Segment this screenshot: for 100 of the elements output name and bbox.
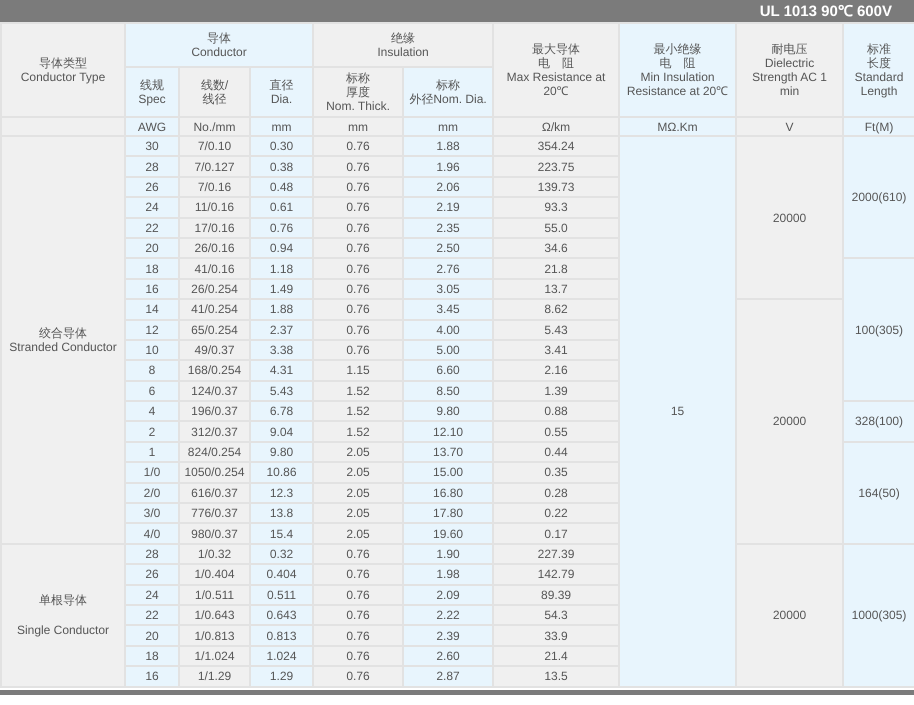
table-cell: 0.38 bbox=[250, 156, 314, 177]
table-cell: 15.00 bbox=[403, 462, 494, 483]
table-cell: 4/0 bbox=[125, 523, 179, 544]
table-cell: 2.87 bbox=[403, 666, 494, 687]
table-cell: 1.98 bbox=[403, 564, 494, 585]
table-cell: 0.61 bbox=[250, 197, 314, 218]
table-cell: 2.16 bbox=[493, 360, 620, 381]
column-header: 标准 长度 Standard Length bbox=[843, 23, 914, 117]
table-cell: 93.3 bbox=[493, 197, 620, 218]
table-cell: 20000 bbox=[736, 299, 844, 544]
table-cell: 8.62 bbox=[493, 299, 620, 320]
table-cell: 24 bbox=[125, 197, 179, 218]
table-cell: 0.55 bbox=[493, 421, 620, 442]
table-cell: 0.17 bbox=[493, 523, 620, 544]
table-cell: 3.45 bbox=[403, 299, 494, 320]
table-cell: 1/0.813 bbox=[179, 625, 250, 646]
table-cell: 12.10 bbox=[403, 421, 494, 442]
table-cell: 3/0 bbox=[125, 503, 179, 524]
table-cell: 8 bbox=[125, 360, 179, 381]
table-cell: 10.86 bbox=[250, 462, 314, 483]
table-cell: 6.78 bbox=[250, 401, 314, 422]
table-cell: 2.05 bbox=[313, 462, 404, 483]
table-cell: 980/0.37 bbox=[179, 523, 250, 544]
table-cell: 1.96 bbox=[403, 156, 494, 177]
table-cell: 328(100) bbox=[843, 401, 914, 442]
table-cell: 15 bbox=[619, 136, 736, 687]
table-cell: 16 bbox=[125, 666, 179, 687]
unit-cell: MΩ.Km bbox=[619, 117, 736, 136]
table-cell: 1/1.29 bbox=[179, 666, 250, 687]
table-cell: 1.18 bbox=[250, 258, 314, 279]
unit-cell: Ft(M) bbox=[843, 117, 914, 136]
table-cell: 0.76 bbox=[313, 197, 404, 218]
table-cell: 0.88 bbox=[493, 401, 620, 422]
table-cell: 196/0.37 bbox=[179, 401, 250, 422]
column-header: 导体类型 Conductor Type bbox=[1, 23, 125, 117]
table-cell: 0.22 bbox=[493, 503, 620, 524]
table-cell: 1000(305) bbox=[843, 544, 914, 687]
table-cell: 4 bbox=[125, 401, 179, 422]
table-cell: 15.4 bbox=[250, 523, 314, 544]
table-cell: 9.04 bbox=[250, 421, 314, 442]
table-cell: 13.8 bbox=[250, 503, 314, 524]
table-cell: 20000 bbox=[736, 544, 844, 687]
table-cell: 33.9 bbox=[493, 625, 620, 646]
table-cell: 0.76 bbox=[313, 666, 404, 687]
table-cell: 100(305) bbox=[843, 258, 914, 402]
column-header: 线数/ 线径 bbox=[179, 67, 250, 117]
unit-cell: V bbox=[736, 117, 844, 136]
table-cell: 0.76 bbox=[313, 156, 404, 177]
unit-cell: Ω/km bbox=[493, 117, 620, 136]
column-header: 标称 外径Nom. Dia. bbox=[403, 67, 494, 117]
table-cell: 7/0.10 bbox=[179, 136, 250, 156]
table-cell: 2.05 bbox=[313, 523, 404, 544]
unit-cell: AWG bbox=[125, 117, 179, 136]
unit-cell: mm bbox=[313, 117, 404, 136]
table-cell: 1.88 bbox=[250, 299, 314, 320]
table-cell: 1.15 bbox=[313, 360, 404, 381]
table-cell: 20000 bbox=[736, 136, 844, 300]
table-cell: 0.76 bbox=[313, 258, 404, 279]
table-cell: 30 bbox=[125, 136, 179, 156]
table-cell: 18 bbox=[125, 258, 179, 279]
column-header: 导体 Conductor bbox=[125, 23, 314, 67]
column-header: 标称 厚度 Nom. Thick. bbox=[313, 67, 404, 117]
table-cell: 164(50) bbox=[843, 442, 914, 544]
table-cell: 17.80 bbox=[403, 503, 494, 524]
table-cell: 0.76 bbox=[313, 136, 404, 156]
table-cell: 0.813 bbox=[250, 625, 314, 646]
table-cell: 14 bbox=[125, 299, 179, 320]
table-cell: 19.60 bbox=[403, 523, 494, 544]
column-header: 最大导体 电 阻 Max Resistance at 20℃ bbox=[493, 23, 620, 117]
table-cell: 4.31 bbox=[250, 360, 314, 381]
table-cell: 0.404 bbox=[250, 564, 314, 585]
table-cell: 11/0.16 bbox=[179, 197, 250, 218]
table-cell: 2.76 bbox=[403, 258, 494, 279]
table-cell: 1/0.404 bbox=[179, 564, 250, 585]
table-cell: 20 bbox=[125, 625, 179, 646]
table-cell: 1050/0.254 bbox=[179, 462, 250, 483]
table-cell: 1/0 bbox=[125, 462, 179, 483]
table-cell: 0.76 bbox=[313, 625, 404, 646]
table-cell: 2.39 bbox=[403, 625, 494, 646]
table-cell: 1.88 bbox=[403, 136, 494, 156]
table-cell: 6.60 bbox=[403, 360, 494, 381]
table-cell: 28 bbox=[125, 156, 179, 177]
table-cell: 354.24 bbox=[493, 136, 620, 156]
table-cell: 0.76 bbox=[313, 564, 404, 585]
table-cell: 0.30 bbox=[250, 136, 314, 156]
column-header: 线规 Spec bbox=[125, 67, 179, 117]
table-cell: 2000(610) bbox=[843, 136, 914, 258]
table-cell: 9.80 bbox=[403, 401, 494, 422]
table-cell: 21.8 bbox=[493, 258, 620, 279]
unit-cell: No./mm bbox=[179, 117, 250, 136]
table-cell: 13.5 bbox=[493, 666, 620, 687]
column-header: 耐电压 Dielectric Strength AC 1 min bbox=[736, 23, 844, 117]
table-cell: 41/0.254 bbox=[179, 299, 250, 320]
column-header: 绝缘 Insulation bbox=[313, 23, 494, 67]
column-header: 直径 Dia. bbox=[250, 67, 314, 117]
table-cell: 776/0.37 bbox=[179, 503, 250, 524]
table-cell: 单根导体 Single Conductor bbox=[1, 544, 125, 687]
table-cell: 312/0.37 bbox=[179, 421, 250, 442]
unit-cell: mm bbox=[250, 117, 314, 136]
table-cell: 2.05 bbox=[313, 503, 404, 524]
